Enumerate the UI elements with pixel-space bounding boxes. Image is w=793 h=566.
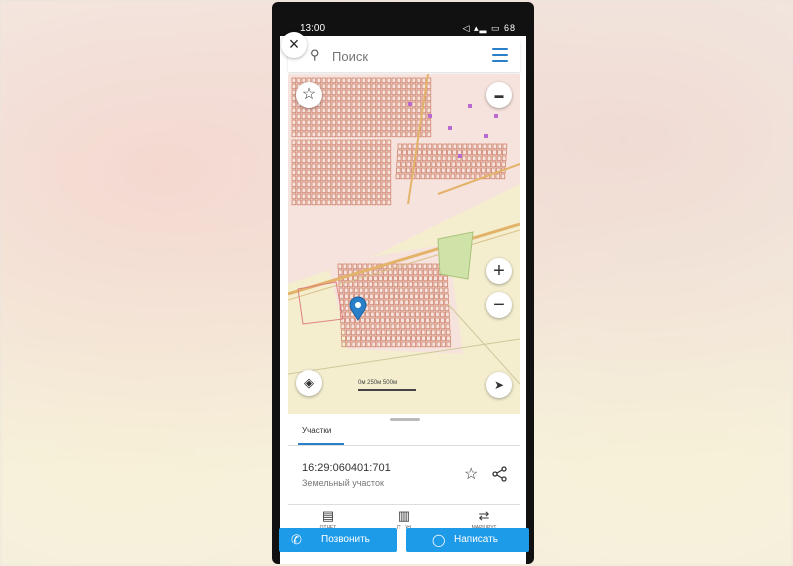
- scale-label: 0м 250м 500м: [358, 380, 398, 386]
- status-bar: 13:00 ◁ ▴▂ ▭ 68: [280, 2, 526, 36]
- park: [437, 231, 474, 280]
- map-scale: 0м 250м 500м: [358, 380, 416, 391]
- location-pin-dot: [355, 302, 361, 308]
- layers-icon[interactable]: ◈: [296, 370, 322, 396]
- favorite-star-icon[interactable]: ☆: [464, 464, 478, 484]
- status-time: 13:00: [300, 23, 326, 34]
- map-view[interactable]: ☆ ▬ + − ◈ ➤ 0м 250м 500м: [288, 74, 520, 414]
- object-type: Земельный участок: [302, 478, 384, 488]
- poi: [468, 104, 472, 108]
- poi: [494, 114, 498, 118]
- write-button[interactable]: ◯ Написать: [406, 528, 529, 552]
- app-screen: 13:00 ◁ ▴▂ ▭ 68 ⚲ ☆ ▬ + − ◈ ➤ 0м 250м 50…: [280, 2, 526, 564]
- chat-icon: ◯: [432, 533, 446, 547]
- search-bar: ⚲: [288, 38, 520, 72]
- close-icon[interactable]: ×: [281, 32, 307, 58]
- phone-frame: 13:00 ◁ ▴▂ ▭ 68 ⚲ ☆ ▬ + − ◈ ➤ 0м 250м 50…: [272, 2, 534, 564]
- zoom-out-button[interactable]: −: [486, 292, 512, 318]
- phone-icon: ✆: [291, 532, 302, 547]
- navigation-icon[interactable]: ➤: [486, 372, 512, 398]
- sheet-handle[interactable]: [390, 418, 420, 421]
- divider: [288, 504, 520, 505]
- hamburger-menu-icon[interactable]: [492, 48, 508, 66]
- poi: [458, 154, 462, 158]
- cadastral-number[interactable]: 16:29:060401:701: [302, 462, 391, 474]
- call-button[interactable]: ✆ Позвонить: [279, 528, 397, 552]
- search-icon: ⚲: [310, 47, 320, 62]
- scale-bar: [358, 389, 416, 391]
- poi: [448, 126, 452, 130]
- search-input[interactable]: [330, 45, 484, 67]
- report-icon: ▤: [321, 508, 335, 523]
- map-canvas[interactable]: [288, 74, 520, 414]
- star-icon[interactable]: ☆: [296, 82, 322, 108]
- zoom-in-button[interactable]: +: [486, 258, 512, 284]
- share-icon[interactable]: [492, 466, 508, 482]
- poi: [428, 114, 432, 118]
- poi: [408, 102, 412, 106]
- divider: [288, 445, 520, 446]
- poi: [484, 134, 488, 138]
- status-indicators: ◁ ▴▂ ▭ 68: [462, 23, 516, 33]
- route-icon: ⇄: [478, 508, 490, 523]
- map-icon: ▥: [397, 508, 411, 523]
- display-mode-icon[interactable]: ▬: [486, 82, 512, 108]
- tab-parcels[interactable]: Участки: [302, 426, 331, 435]
